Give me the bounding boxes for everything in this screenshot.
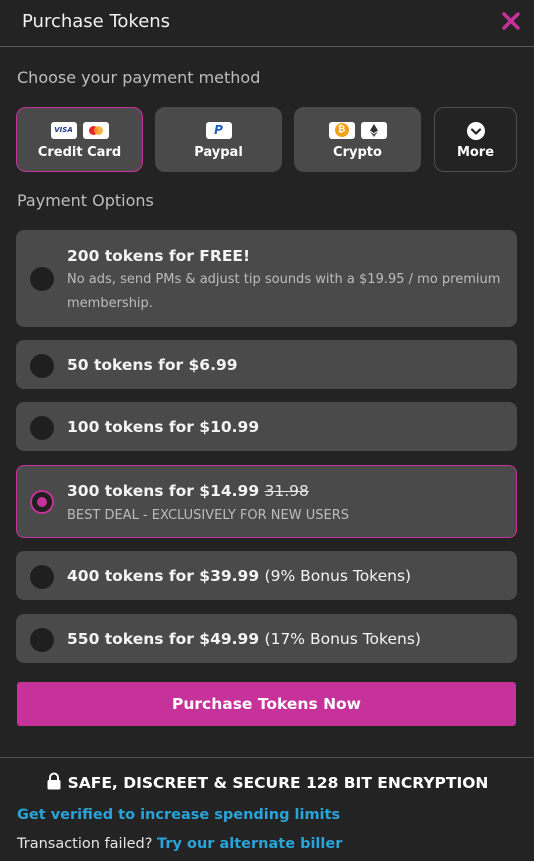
visa-icon: VISA xyxy=(50,122,77,139)
paypal-icon: P xyxy=(205,122,232,139)
radio-button[interactable] xyxy=(30,565,54,589)
credit-card-button[interactable]: VISA Credit Card xyxy=(16,107,143,172)
radio-dot xyxy=(37,497,47,507)
option-title: 200 tokens for FREE! xyxy=(67,247,251,265)
lock-icon xyxy=(46,772,62,790)
bonus-text: (9% Bonus Tokens) xyxy=(264,567,412,585)
get-verified-link[interactable]: Get verified to increase spending limits xyxy=(17,807,340,823)
mastercard-icon xyxy=(82,122,109,139)
security-text: SAFE, DISCREET & SECURE 128 BIT ENCRYPTI… xyxy=(67,774,489,792)
option-title: 550 tokens for $49.99 (17% Bonus Tokens) xyxy=(67,630,421,648)
crypto-label: Crypto xyxy=(333,145,382,160)
radio-button-selected[interactable] xyxy=(30,490,54,514)
option-title: 400 tokens for $39.99 (9% Bonus Tokens) xyxy=(67,567,412,585)
payment-method-group: VISA Credit Card P Paypal ₿ Crypto More xyxy=(16,107,518,172)
option-title: 100 tokens for $10.99 xyxy=(67,418,260,436)
old-price: 31.98 xyxy=(264,482,309,500)
option-subtitle: BEST DEAL - EXCLUSIVELY FOR NEW USERS xyxy=(67,508,349,523)
alternate-biller-link[interactable]: Try our alternate biller xyxy=(157,836,342,852)
credit-card-label: Credit Card xyxy=(37,145,122,160)
payment-method-label: Choose your payment method xyxy=(17,68,261,87)
transaction-failed-line: Transaction failed? Try our alternate bi… xyxy=(17,836,342,852)
purchase-tokens-button[interactable]: Purchase Tokens Now xyxy=(17,682,516,726)
more-label: More xyxy=(456,145,495,160)
token-option-100[interactable]: 100 tokens for $10.99 xyxy=(16,402,517,451)
radio-button[interactable] xyxy=(30,354,54,378)
option-subtitle: No ads, send PMs & adjust tip sounds wit… xyxy=(67,272,501,311)
token-option-200[interactable]: 200 tokens for FREE! No ads, send PMs & … xyxy=(16,230,517,327)
transaction-failed-text: Transaction failed? xyxy=(17,836,153,852)
ethereum-icon xyxy=(360,122,387,139)
paypal-label: Paypal xyxy=(194,145,243,160)
radio-button[interactable] xyxy=(30,416,54,440)
dialog-header: Purchase Tokens xyxy=(0,0,534,47)
paypal-button[interactable]: P Paypal xyxy=(155,107,282,172)
bonus-text: (17% Bonus Tokens) xyxy=(264,630,421,648)
option-title: 300 tokens for $14.99 31.98 xyxy=(67,482,309,500)
dialog-title: Purchase Tokens xyxy=(22,11,171,32)
footer-divider xyxy=(0,757,534,758)
close-icon[interactable] xyxy=(500,10,522,32)
radio-button[interactable] xyxy=(30,628,54,652)
crypto-button[interactable]: ₿ Crypto xyxy=(294,107,421,172)
payment-options-label: Payment Options xyxy=(17,191,154,210)
token-option-300[interactable]: 300 tokens for $14.99 31.98 BEST DEAL - … xyxy=(16,465,517,538)
security-notice: SAFE, DISCREET & SECURE 128 BIT ENCRYPTI… xyxy=(0,772,534,792)
option-title: 50 tokens for $6.99 xyxy=(67,356,238,374)
radio-button[interactable] xyxy=(30,267,54,291)
more-button[interactable]: More xyxy=(434,107,517,172)
token-option-550[interactable]: 550 tokens for $49.99 (17% Bonus Tokens) xyxy=(16,614,517,663)
chevron-down-icon xyxy=(466,122,485,140)
bitcoin-icon: ₿ xyxy=(328,122,355,139)
token-option-50[interactable]: 50 tokens for $6.99 xyxy=(16,340,517,389)
token-option-400[interactable]: 400 tokens for $39.99 (9% Bonus Tokens) xyxy=(16,551,517,600)
